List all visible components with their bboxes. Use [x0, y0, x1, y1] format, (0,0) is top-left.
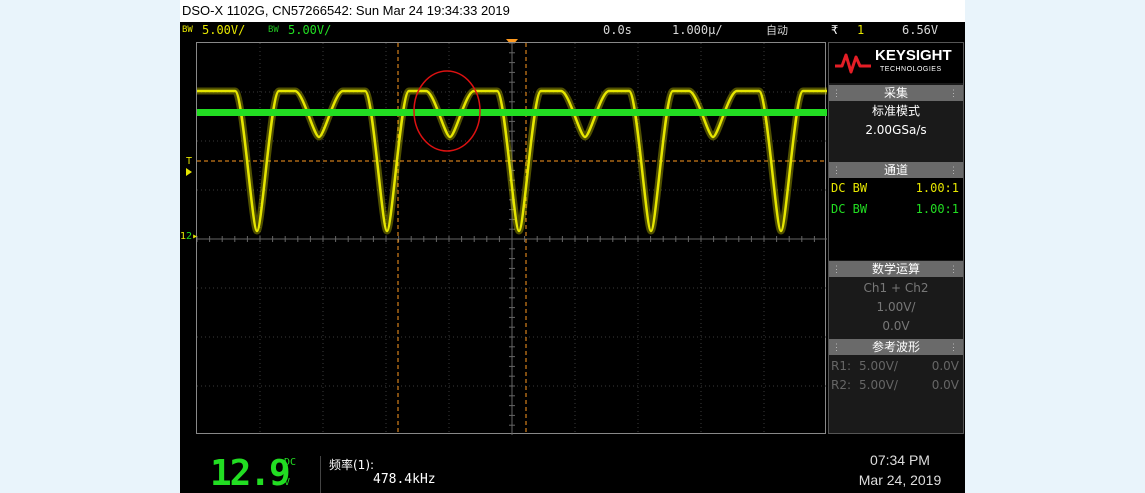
reference-2-label: R2:: [831, 378, 852, 392]
trigger-level[interactable]: 6.56V: [902, 22, 938, 39]
channels-header[interactable]: ⋮ 通道 ⋮: [829, 162, 963, 178]
channel-2-coupling: DC BW: [831, 202, 868, 216]
clock-time: 07:34 PM: [870, 452, 930, 468]
reference-2-offset: 0.0V: [931, 378, 959, 392]
right-side-panel: KEYSIGHT TECHNOLOGIES ⋮ 采集 ⋮ 标准模式 2.00GS…: [828, 42, 964, 434]
math-header[interactable]: ⋮ 数学运算 ⋮: [829, 261, 963, 277]
reference-body: R1: 5.00V/ 0.0V R2: 5.00V/ 0.0V: [829, 355, 963, 433]
oscilloscope-screen: DSO-X 1102G, CN57266542: Sun Mar 24 19:3…: [180, 0, 965, 493]
math-title: 数学运算: [871, 262, 920, 276]
horizontal-delay[interactable]: 0.0s: [603, 22, 632, 39]
frequency-value: 478.4kHz: [373, 472, 436, 487]
ch2-bw-indicator: BW: [268, 25, 279, 35]
math-offset: 0.0V: [882, 319, 910, 333]
frequency-measurement[interactable]: 频率(1): 478.4kHz: [320, 456, 449, 493]
math-operation: Ch1 + Ch2: [863, 281, 929, 295]
keysight-wave-icon: [835, 53, 871, 74]
timebase-scale[interactable]: 1.000µ/: [672, 22, 723, 39]
status-bar: BW 5.00V/ BW 5.00V/ 0.0s 1.000µ/ 自动 ₹ 1 …: [180, 22, 965, 39]
bottom-bar: 12.9 DC V 频率(1): 478.4kHz 07:34 PM Mar 2…: [180, 436, 965, 493]
clock: 07:34 PM Mar 24, 2019: [835, 450, 965, 490]
trigger-level-marker: T: [186, 157, 192, 176]
channels-title: 通道: [883, 163, 908, 177]
frequency-label: 频率(1):: [329, 458, 375, 472]
window-title: DSO-X 1102G, CN57266542: Sun Mar 24 19:3…: [180, 0, 965, 22]
voltmeter-unit: V: [284, 477, 291, 488]
ch1-scale[interactable]: 5.00V/: [202, 22, 245, 39]
keysight-logo: KEYSIGHT TECHNOLOGIES: [829, 43, 963, 83]
acquire-title: 采集: [883, 86, 908, 100]
trigger-mode[interactable]: 自动: [766, 22, 788, 39]
math-body: Ch1 + Ch2 1.00V/ 0.0V: [829, 277, 963, 341]
brand-name: KEYSIGHT: [875, 47, 952, 64]
sample-rate: 2.00GSa/s: [865, 123, 927, 137]
channel-1-coupling: DC BW: [831, 181, 868, 195]
ch2-scale[interactable]: 5.00V/: [288, 22, 331, 39]
math-scale: 1.00V/: [876, 300, 916, 314]
ch2-waveform: [197, 109, 827, 116]
voltmeter-units: DC V: [284, 456, 296, 490]
acquire-mode: 标准模式: [871, 104, 920, 118]
voltmeter-reading: 12.9: [210, 453, 291, 493]
channel-2-probe: 1.00:1: [915, 202, 959, 216]
channel-1-probe: 1.00:1: [915, 181, 959, 195]
acquire-body: 标准模式 2.00GSa/s: [829, 101, 963, 159]
acquire-header[interactable]: ⋮ 采集 ⋮: [829, 85, 963, 101]
reference-title: 参考波形: [871, 340, 920, 354]
brand-subtitle: TECHNOLOGIES: [880, 66, 942, 73]
reference-1-label: R1:: [831, 359, 852, 373]
waveform-grid[interactable]: [196, 42, 827, 435]
channel-ground-markers: 12▸: [180, 231, 199, 242]
trigger-marker-label: T: [186, 156, 193, 167]
trigger-source[interactable]: 1: [857, 22, 864, 39]
voltmeter-mode: DC: [284, 457, 297, 468]
reference-header[interactable]: ⋮ 参考波形 ⋮: [829, 339, 963, 355]
channels-body: DC BW 1.00:1 DC BW 1.00:1: [829, 178, 963, 260]
clock-date: Mar 24, 2019: [858, 472, 942, 488]
reference-1-scale: 5.00V/: [859, 359, 898, 373]
reference-1-offset: 0.0V: [931, 359, 959, 373]
reference-2-scale: 5.00V/: [859, 378, 898, 392]
trigger-slope-icon: ₹: [831, 23, 839, 37]
ch1-bw-indicator: BW: [182, 25, 193, 35]
waveform-display: [197, 43, 827, 435]
